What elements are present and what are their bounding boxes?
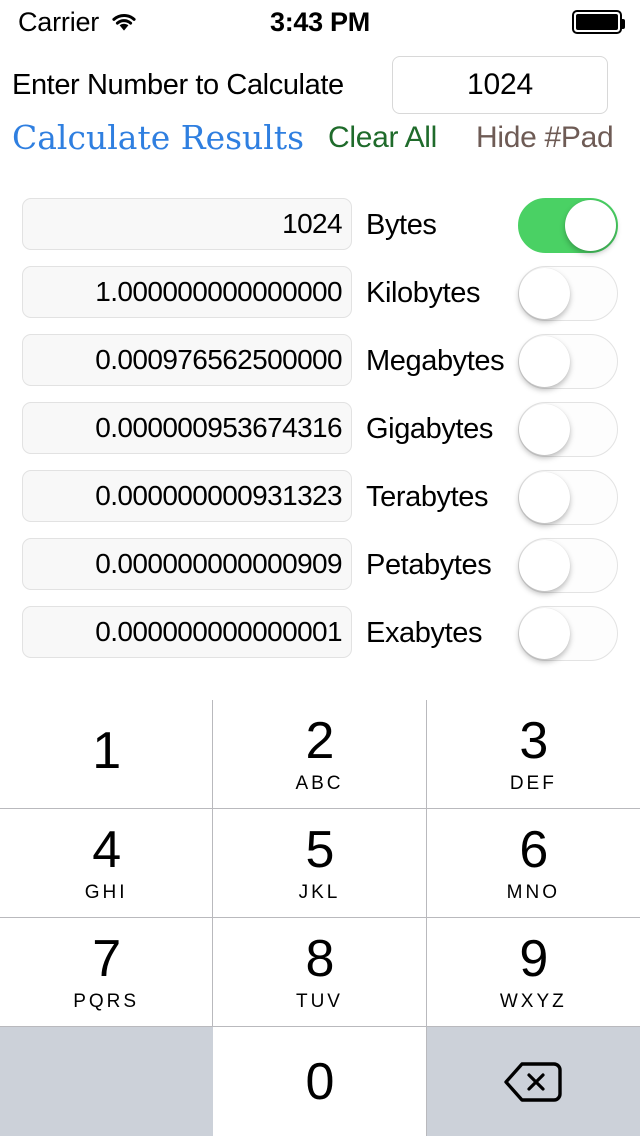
key-backspace[interactable] (426, 1027, 640, 1136)
backspace-icon (502, 1060, 564, 1104)
key-5[interactable]: 5 JKL (213, 809, 427, 918)
bytes-toggle[interactable] (518, 198, 618, 253)
toggle-knob (519, 540, 570, 591)
key-letters: JKL (298, 882, 341, 903)
battery-fill (576, 14, 618, 30)
terabytes-value: 0.000000000931323 (95, 480, 342, 511)
bytes-value-field[interactable]: 1024 (22, 198, 352, 250)
petabytes-value: 0.000000000000909 (95, 548, 342, 579)
wifi-icon (109, 11, 139, 33)
megabytes-value-field[interactable]: 0.000976562500000 (22, 334, 352, 386)
bytes-value: 1024 (282, 208, 342, 239)
key-digit: 8 (305, 930, 335, 988)
key-1[interactable]: 1 (0, 700, 214, 809)
conversion-row-bytes: 1024 Bytes (0, 196, 640, 264)
key-letters: DEF (509, 773, 557, 794)
entry-row: Enter Number to Calculate 1024 (0, 56, 640, 114)
number-pad: 1 2 ABC 3 DEF 4 GHI 5 JKL 6 MNO 7 PQRS 8 (0, 700, 640, 1136)
hide-numberpad-button[interactable]: Hide #Pad (476, 121, 614, 155)
terabytes-toggle[interactable] (518, 470, 618, 525)
key-digit: 4 (92, 821, 121, 879)
toggle-knob (519, 608, 570, 659)
kilobytes-label: Kilobytes (366, 277, 481, 309)
conversion-list: 1024 Bytes 1.000000000000000 Kilobytes 0… (0, 196, 640, 672)
terabytes-value-field[interactable]: 0.000000000931323 (22, 470, 352, 522)
key-9[interactable]: 9 WXYZ (426, 918, 640, 1027)
key-digit: 5 (305, 821, 335, 879)
key-letters: PQRS (73, 991, 140, 1012)
key-letters: MNO (506, 882, 560, 903)
exabytes-label: Exabytes (366, 617, 483, 649)
petabytes-toggle[interactable] (518, 538, 618, 593)
conversion-row-megabytes: 0.000976562500000 Megabytes (0, 332, 640, 400)
megabytes-label: Megabytes (366, 345, 505, 377)
exabytes-toggle[interactable] (518, 606, 618, 661)
toggle-knob (565, 200, 616, 251)
key-letters: WXYZ (499, 991, 567, 1012)
entry-label: Enter Number to Calculate (12, 68, 344, 101)
bytes-label: Bytes (366, 209, 437, 241)
conversion-row-terabytes: 0.000000000931323 Terabytes (0, 468, 640, 536)
key-4[interactable]: 4 GHI (0, 809, 214, 918)
toggle-knob (519, 268, 570, 319)
toggle-knob (519, 472, 570, 523)
key-6[interactable]: 6 MNO (426, 809, 640, 918)
megabytes-toggle[interactable] (518, 334, 618, 389)
battery-full-icon (572, 10, 625, 34)
key-digit: 1 (92, 721, 121, 780)
clear-all-button[interactable]: Clear All (328, 121, 437, 155)
toggle-knob (519, 336, 570, 387)
key-8[interactable]: 8 TUV (213, 918, 427, 1027)
gigabytes-label: Gigabytes (366, 413, 493, 445)
kilobytes-value: 1.000000000000000 (95, 276, 342, 307)
key-digit: 6 (519, 821, 548, 879)
conversion-row-gigabytes: 0.000000953674316 Gigabytes (0, 400, 640, 468)
key-blank-left (0, 1027, 214, 1136)
key-0[interactable]: 0 (213, 1027, 427, 1136)
kilobytes-toggle[interactable] (518, 266, 618, 321)
key-digit: 7 (92, 930, 121, 988)
number-input[interactable]: 1024 (392, 56, 608, 114)
gigabytes-value-field[interactable]: 0.000000953674316 (22, 402, 352, 454)
conversion-row-petabytes: 0.000000000000909 Petabytes (0, 536, 640, 604)
gigabytes-value: 0.000000953674316 (95, 412, 342, 443)
carrier-label: Carrier (18, 6, 100, 37)
key-digit: 3 (519, 712, 548, 770)
gigabytes-toggle[interactable] (518, 402, 618, 457)
calculate-results-button[interactable]: Calculate Results (12, 118, 304, 157)
key-7[interactable]: 7 PQRS (0, 918, 214, 1027)
app-root: Carrier 3:43 PM Enter Number to Calculat… (0, 0, 640, 1136)
number-input-value: 1024 (467, 68, 533, 101)
action-row: Calculate Results Clear All Hide #Pad (0, 118, 640, 164)
status-bar-right (402, 10, 625, 34)
conversion-row-exabytes: 0.000000000000001 Exabytes (0, 604, 640, 672)
key-letters: ABC (295, 773, 344, 794)
conversion-row-kilobytes: 1.000000000000000 Kilobytes (0, 264, 640, 332)
status-bar-left: Carrier (18, 7, 238, 38)
key-digit: 2 (305, 712, 335, 770)
key-digit: 0 (305, 1052, 335, 1111)
exabytes-value: 0.000000000000001 (95, 616, 342, 647)
key-3[interactable]: 3 DEF (426, 700, 640, 809)
status-bar-clock: 3:43 PM (270, 6, 370, 37)
key-2[interactable]: 2 ABC (213, 700, 427, 809)
megabytes-value: 0.000976562500000 (95, 344, 342, 375)
toggle-knob (519, 404, 570, 455)
key-digit: 9 (519, 930, 548, 988)
petabytes-label: Petabytes (366, 549, 492, 581)
terabytes-label: Terabytes (366, 481, 489, 513)
key-letters: TUV (295, 991, 343, 1012)
exabytes-value-field[interactable]: 0.000000000000001 (22, 606, 352, 658)
petabytes-value-field[interactable]: 0.000000000000909 (22, 538, 352, 590)
key-letters: GHI (84, 882, 128, 903)
status-bar: Carrier 3:43 PM (0, 0, 640, 44)
battery-nub (622, 19, 625, 29)
kilobytes-value-field[interactable]: 1.000000000000000 (22, 266, 352, 318)
